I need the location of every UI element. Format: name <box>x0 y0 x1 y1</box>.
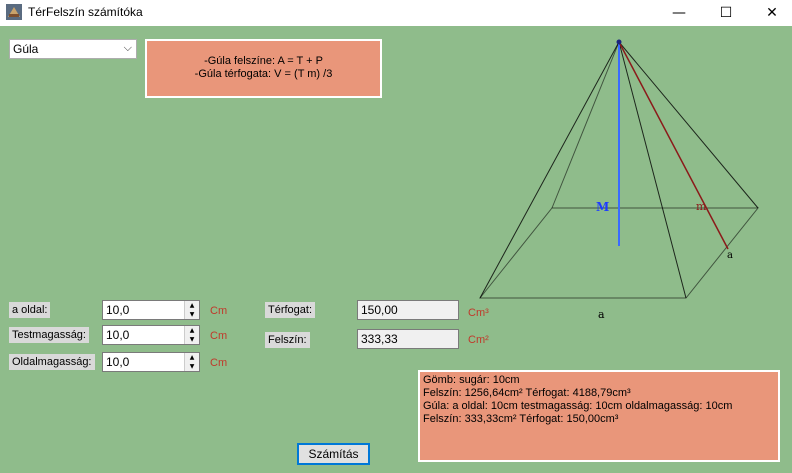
shape-select-value: Gúla <box>13 42 39 56</box>
unit-a-oldal: Cm <box>210 305 228 317</box>
spin-down-icon[interactable]: ▼ <box>185 362 199 371</box>
unit-oldalmagassag: Cm <box>210 357 228 369</box>
label-terfogat: Térfogat: <box>265 302 316 318</box>
oldalmagassag-stepper[interactable]: 10,0 ▲ ▼ <box>102 352 200 372</box>
testmagassag-stepper[interactable]: 10,0 ▲ ▼ <box>102 325 200 345</box>
unit-felszin: Cm² <box>468 334 489 346</box>
shape-select[interactable]: Gúla ⌵ <box>9 39 137 59</box>
unit-testmagassag: Cm <box>210 330 228 342</box>
label-oldalmagassag: Oldalmagasság: <box>9 354 95 370</box>
result-line: Felszín: 333,33cm² Térfogat: 150,00cm³ <box>423 413 619 425</box>
app-icon <box>6 4 22 20</box>
a-oldal-value[interactable]: 10,0 <box>106 303 129 317</box>
results-log: Gömb: sugár: 10cm Felszín: 1256,64cm² Té… <box>418 370 780 462</box>
result-line: Gömb: sugár: 10cm <box>423 374 520 386</box>
felszin-output: 333,33 <box>357 329 459 349</box>
terfogat-value: 150,00 <box>361 303 398 317</box>
spin-down-icon[interactable]: ▼ <box>185 335 199 344</box>
calculate-button[interactable]: Számítás <box>297 443 370 465</box>
formula-volume: -Gúla térfogata: V = (T m) /3 <box>194 68 333 80</box>
main-panel: Gúla ⌵ -Gúla felszíne: A = T + P -Gúla t… <box>0 26 792 473</box>
window-title: TérFelszín számítóka <box>28 5 143 19</box>
maximize-button[interactable]: ☐ <box>703 0 749 26</box>
minimize-button[interactable]: — <box>656 0 702 26</box>
close-button[interactable]: ✕ <box>749 0 792 26</box>
formula-panel: -Gúla felszíne: A = T + P -Gúla térfogat… <box>145 39 382 98</box>
chevron-down-icon[interactable]: ⌵ <box>124 41 132 55</box>
spin-down-icon[interactable]: ▼ <box>185 310 199 319</box>
label-m: m <box>696 200 707 213</box>
a-oldal-stepper[interactable]: 10,0 ▲ ▼ <box>102 300 200 320</box>
terfogat-output: 150,00 <box>357 300 459 320</box>
result-line: Gúla: a oldal: 10cm testmagasság: 10cm o… <box>423 400 733 412</box>
oldalmagassag-value[interactable]: 10,0 <box>106 355 129 369</box>
formula-surface: -Gúla felszíne: A = T + P <box>204 55 323 67</box>
testmagassag-value[interactable]: 10,0 <box>106 328 129 342</box>
felszin-value: 333,33 <box>361 332 398 346</box>
label-a-oldal: a oldal: <box>9 302 51 318</box>
title-bar: TérFelszín számítóka — ☐ ✕ <box>0 0 792 26</box>
label-M: M <box>596 200 609 214</box>
label-felszin: Felszín: <box>265 332 310 348</box>
label-a-side: a <box>727 250 733 261</box>
unit-terfogat: Cm³ <box>468 307 489 319</box>
label-a-bottom: a <box>598 308 605 321</box>
pyramid-diagram: M m a a <box>478 39 760 321</box>
label-testmagassag: Testmagasság: <box>9 327 89 343</box>
result-line: Felszín: 1256,64cm² Térfogat: 4188,79cm³ <box>423 387 631 399</box>
